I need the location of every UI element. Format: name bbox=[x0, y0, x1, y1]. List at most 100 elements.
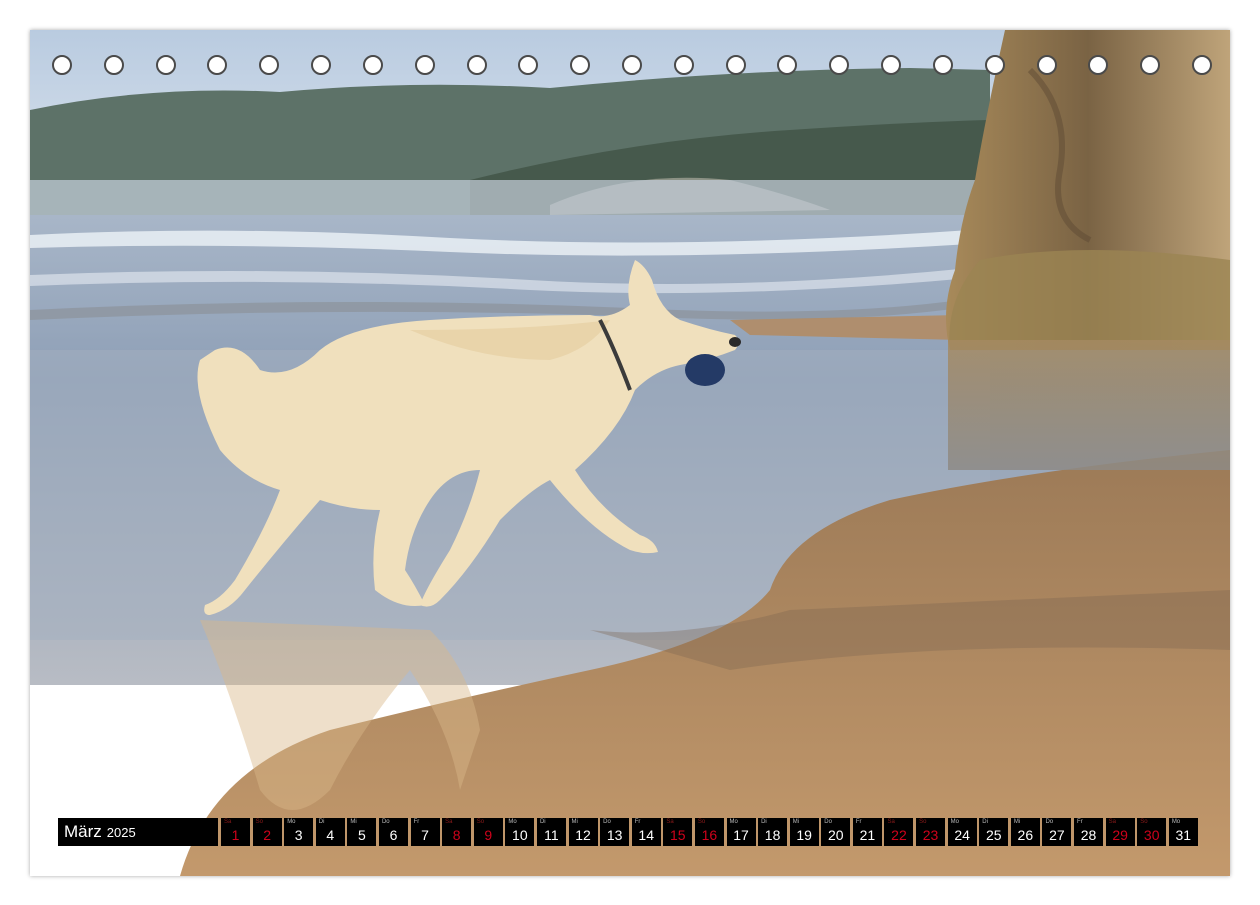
day-cell: So 16 bbox=[694, 818, 724, 846]
weekday-label: Do bbox=[381, 819, 390, 825]
day-number: 29 bbox=[1112, 827, 1128, 843]
day-number: 4 bbox=[326, 827, 335, 843]
day-number: 20 bbox=[827, 827, 844, 843]
day-cell: Mo 31 bbox=[1168, 818, 1198, 846]
day-number: 8 bbox=[452, 827, 461, 843]
weekday-label: Mo bbox=[950, 819, 959, 825]
day-number: 13 bbox=[606, 827, 623, 843]
weekday-label: Mi bbox=[350, 819, 357, 825]
day-cell: Mi 12 bbox=[568, 818, 598, 846]
binding-hole bbox=[518, 55, 539, 75]
day-cell: Mo 17 bbox=[726, 818, 756, 846]
binding-hole bbox=[362, 55, 383, 75]
day-number: 22 bbox=[891, 827, 907, 843]
weekday-label: Do bbox=[824, 819, 832, 825]
weekday-label: So bbox=[476, 819, 485, 825]
binding-hole bbox=[984, 55, 1005, 75]
binding-hole bbox=[52, 55, 72, 75]
day-number: 3 bbox=[294, 827, 303, 843]
month-name: März bbox=[64, 822, 102, 841]
weekday-label: Mi bbox=[792, 819, 800, 825]
calendar-strip: März 2025 Sa 1 So 2 Mo 3 Di 4 Mi 5 Do 6 Fr 7 Sa 8 So 9 Mo 1… bbox=[58, 818, 1200, 846]
day-number: 7 bbox=[421, 827, 429, 843]
weekday-label: Di bbox=[761, 819, 767, 825]
weekday-label: Fr bbox=[634, 819, 641, 825]
day-cell: Sa 29 bbox=[1105, 818, 1135, 846]
binding-holes bbox=[52, 55, 1212, 79]
day-number: 9 bbox=[484, 827, 493, 843]
day-cell: Mo 24 bbox=[947, 818, 977, 846]
weekday-label: Sa bbox=[1108, 819, 1116, 825]
day-cell: Di 4 bbox=[315, 818, 345, 846]
day-cell: Do 27 bbox=[1042, 818, 1072, 846]
binding-hole bbox=[673, 55, 694, 75]
day-number: 12 bbox=[575, 827, 591, 843]
weekday-label: Mo bbox=[1171, 819, 1181, 825]
day-cell: Sa 15 bbox=[663, 818, 693, 846]
binding-hole bbox=[155, 55, 176, 75]
binding-hole bbox=[1192, 55, 1212, 75]
day-cell: Fr 7 bbox=[410, 818, 440, 846]
day-number: 28 bbox=[1080, 827, 1097, 843]
day-number: 31 bbox=[1175, 827, 1192, 843]
day-number: 23 bbox=[922, 827, 939, 843]
month-year: 2025 bbox=[106, 824, 136, 840]
binding-hole bbox=[414, 55, 435, 75]
weekday-label: Fr bbox=[413, 819, 420, 825]
binding-hole bbox=[1140, 55, 1161, 75]
day-number: 1 bbox=[231, 827, 240, 843]
day-cell: Di 25 bbox=[979, 818, 1009, 846]
day-cell: Sa 8 bbox=[442, 818, 472, 846]
binding-hole bbox=[207, 55, 228, 75]
weekday-label: Fr bbox=[855, 819, 862, 825]
day-cell: Fr 21 bbox=[852, 818, 882, 846]
day-number: 14 bbox=[638, 827, 654, 843]
day-cell: Sa 22 bbox=[884, 818, 914, 846]
day-cell: So 9 bbox=[473, 818, 503, 846]
day-cell: Mi 26 bbox=[1010, 818, 1040, 846]
binding-hole bbox=[777, 55, 798, 75]
calendar-page: März 2025 Sa 1 So 2 Mo 3 Di 4 Mi 5 Do 6 Fr 7 Sa 8 So 9 Mo 1… bbox=[30, 30, 1230, 876]
month-label: März 2025 bbox=[58, 818, 218, 846]
day-cell: Do 20 bbox=[821, 818, 851, 846]
weekday-label: So bbox=[697, 819, 706, 825]
day-number: 16 bbox=[701, 827, 718, 843]
day-cell: Mi 5 bbox=[347, 818, 377, 846]
weekday-label: Sa bbox=[224, 819, 232, 825]
weekday-label: So bbox=[1140, 819, 1148, 825]
day-number: 27 bbox=[1049, 827, 1065, 843]
day-number: 10 bbox=[512, 827, 528, 843]
weekday-label: Sa bbox=[445, 819, 453, 825]
day-cell: Mo 10 bbox=[505, 818, 535, 846]
day-cell: So 2 bbox=[252, 818, 282, 846]
day-cell: Do 13 bbox=[600, 818, 630, 846]
binding-hole bbox=[881, 55, 902, 75]
weekday-label: Di bbox=[318, 819, 325, 825]
weekday-label: Mo bbox=[287, 819, 296, 825]
day-cell: So 30 bbox=[1137, 818, 1167, 846]
day-cell: Do 6 bbox=[378, 818, 408, 846]
binding-hole bbox=[622, 55, 642, 75]
day-cell: Di 18 bbox=[758, 818, 788, 846]
day-cell: Fr 28 bbox=[1074, 818, 1104, 846]
weekday-label: Sa bbox=[887, 819, 895, 825]
binding-hole bbox=[311, 55, 332, 75]
weekday-label: Sa bbox=[666, 819, 674, 825]
weekday-label: Mo bbox=[508, 819, 517, 825]
binding-hole bbox=[466, 55, 487, 75]
weekday-label: So bbox=[919, 819, 927, 825]
weekday-label: Di bbox=[982, 819, 988, 825]
day-number: 30 bbox=[1143, 827, 1160, 843]
binding-hole bbox=[103, 55, 124, 75]
day-number: 18 bbox=[764, 827, 781, 843]
binding-hole bbox=[1036, 55, 1057, 75]
binding-hole bbox=[259, 55, 280, 75]
weekday-label: Do bbox=[603, 819, 611, 825]
binding-hole bbox=[932, 55, 953, 75]
day-number: 19 bbox=[796, 827, 812, 843]
day-number: 25 bbox=[985, 827, 1002, 843]
binding-hole bbox=[1088, 55, 1109, 75]
day-cell: Di 11 bbox=[536, 818, 566, 846]
weekday-label: So bbox=[255, 819, 263, 825]
weekday-label: Do bbox=[1045, 819, 1054, 825]
